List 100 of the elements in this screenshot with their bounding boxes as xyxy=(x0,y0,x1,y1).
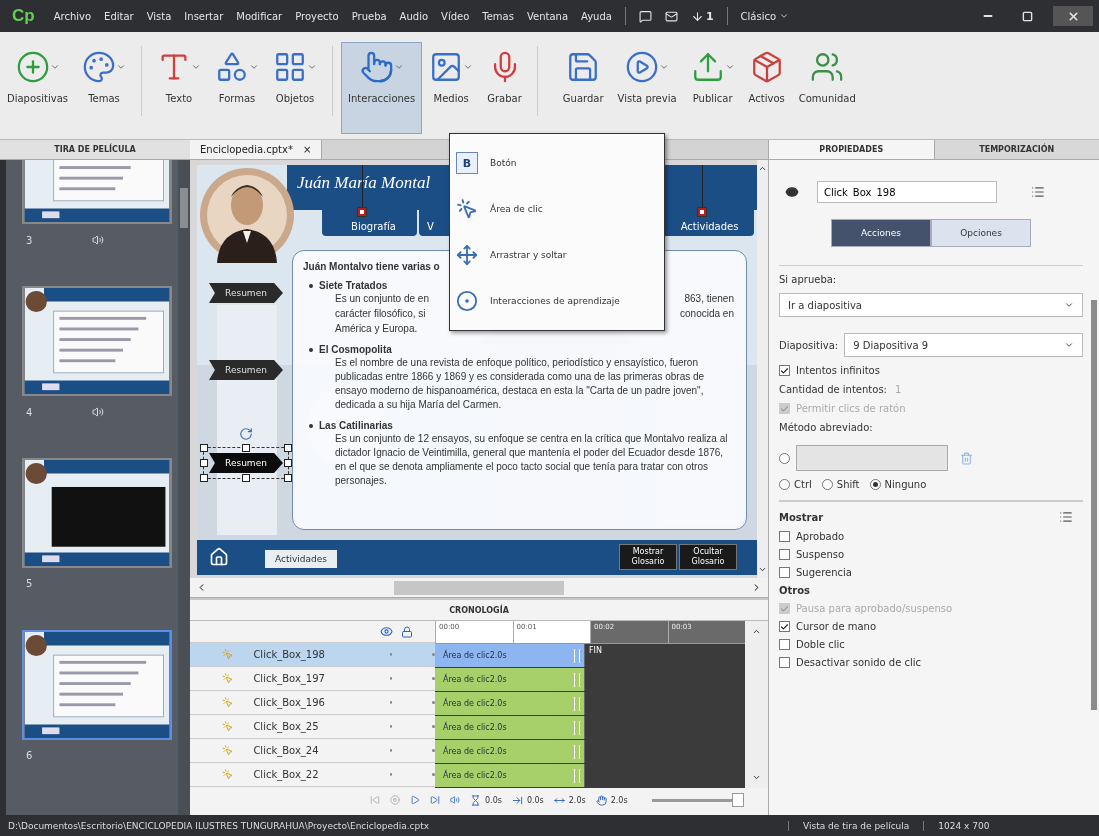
close-button[interactable] xyxy=(1053,6,1093,26)
menu-item[interactable]: Editar xyxy=(104,10,134,22)
toolbar-button[interactable]: Objetos xyxy=(266,42,324,134)
menu-item[interactable]: Ventana xyxy=(526,10,568,22)
start-icon xyxy=(511,794,523,806)
time-value: 0.0s xyxy=(485,795,502,805)
checkbox-label: Intentos infinitos xyxy=(796,365,880,376)
play-icon[interactable] xyxy=(410,795,420,805)
workspace-menu[interactable]: Clásico xyxy=(740,10,777,22)
segment-tab[interactable]: Opciones xyxy=(931,219,1031,247)
scroll-up-icon[interactable] xyxy=(758,164,767,173)
checkbox[interactable] xyxy=(779,639,790,650)
segment-tab[interactable]: Acciones xyxy=(831,219,931,247)
toolbar-button[interactable]: Diapositivas xyxy=(0,42,75,134)
menu-item[interactable]: Archivo xyxy=(53,10,92,22)
menu-icon[interactable] xyxy=(1059,510,1073,524)
timeline-bar[interactable]: Área de clic2.0s xyxy=(435,692,585,715)
toolbar-button[interactable]: Formas xyxy=(208,42,266,134)
scrollbar[interactable] xyxy=(757,160,768,578)
menu-item[interactable]: Audio xyxy=(399,10,429,22)
action-dropdown[interactable]: Ir a diapositiva xyxy=(779,293,1083,317)
toolbar-button[interactable]: Medios xyxy=(422,42,481,134)
slide-number: 3 xyxy=(26,234,33,246)
timeline-bar[interactable]: Área de clic2.0s xyxy=(435,644,585,667)
toolbar-button[interactable]: Interacciones xyxy=(341,42,423,134)
menu-item[interactable]: Insertar xyxy=(184,10,224,22)
checkbox-label: Permitir clics de ratón xyxy=(796,403,906,414)
caret-icon xyxy=(659,62,670,72)
caret-icon xyxy=(779,11,790,21)
zoom-slider[interactable] xyxy=(651,793,744,807)
toolbar-button[interactable]: Comunidad xyxy=(791,42,863,134)
menu-item[interactable]: Vista xyxy=(146,10,172,22)
caret-icon xyxy=(116,62,126,72)
checkbox[interactable] xyxy=(779,531,790,542)
radio-button[interactable] xyxy=(869,479,881,490)
menu-item[interactable]: Temas xyxy=(482,10,514,22)
slide-thumbnail[interactable] xyxy=(22,458,172,568)
checkbox[interactable] xyxy=(779,549,790,560)
scroll-down-icon[interactable] xyxy=(752,773,761,782)
speaker-icon[interactable] xyxy=(450,795,460,805)
caret-icon xyxy=(249,62,259,72)
timeline-bar[interactable]: Área de clic2.0s xyxy=(435,716,585,739)
slide-number: 4 xyxy=(26,406,33,418)
shortcut-field[interactable] xyxy=(796,445,948,471)
caret-icon xyxy=(191,62,201,72)
hourglass-icon xyxy=(470,794,481,806)
caret-icon xyxy=(393,62,404,72)
time-value: 2.0s xyxy=(568,795,586,805)
toolbar-button[interactable]: Vista previa xyxy=(610,42,684,134)
panel-title: TIRA DE PELÍCULA xyxy=(0,140,190,160)
panel-tab[interactable]: TEMPORIZACIÓN xyxy=(933,140,1099,159)
checkbox[interactable] xyxy=(779,452,790,464)
scrollbar[interactable] xyxy=(745,621,768,788)
click-icon xyxy=(222,744,234,757)
document-tab[interactable]: Enciclopedia.cptx* × xyxy=(190,140,323,159)
click-icon xyxy=(222,648,234,661)
radio-button[interactable] xyxy=(821,479,833,490)
menu-item[interactable]: Prueba xyxy=(351,10,387,22)
panel-tab[interactable]: PROPIEDADES xyxy=(768,140,934,159)
checkbox[interactable] xyxy=(779,567,790,578)
slide-thumbnail[interactable] xyxy=(22,286,172,396)
checkbox-label: Cursor de mano xyxy=(796,621,877,632)
scroll-up-icon[interactable] xyxy=(752,627,761,636)
slide-dropdown[interactable]: 9 Diapositiva 9 xyxy=(844,333,1083,357)
timeline-bar[interactable]: Área de clic2.0s xyxy=(435,740,585,763)
download-icon[interactable] xyxy=(690,9,704,23)
name-field[interactable]: Click_Box_198 xyxy=(817,181,997,203)
toolbar-button[interactable]: Temas xyxy=(75,42,133,134)
play-icon xyxy=(625,50,660,84)
menu-item[interactable]: Proyecto xyxy=(295,10,339,22)
scrollbar[interactable] xyxy=(190,578,768,598)
mail-icon[interactable] xyxy=(664,9,678,23)
toolbar-button[interactable]: Activos xyxy=(741,42,792,134)
scrollbar[interactable] xyxy=(178,160,190,815)
caret-icon xyxy=(1064,340,1074,350)
caret-icon xyxy=(307,62,317,72)
maximize-icon xyxy=(1021,10,1033,22)
toolbar-button[interactable]: Grabar xyxy=(480,42,529,134)
toolbar-button[interactable]: Guardar xyxy=(555,42,611,134)
checkbox[interactable] xyxy=(779,657,790,668)
checkbox[interactable] xyxy=(779,365,790,376)
timeline-row[interactable]: Click_Box_198 xyxy=(190,643,435,667)
radio-button[interactable] xyxy=(779,479,790,490)
close-tab-button[interactable]: × xyxy=(302,144,312,155)
timeline-bar[interactable]: Área de clic2.0s xyxy=(435,668,585,691)
checkbox[interactable] xyxy=(779,621,790,632)
scroll-down-icon[interactable] xyxy=(758,565,767,574)
skip-icon[interactable] xyxy=(430,795,440,805)
slide-thumbnail[interactable] xyxy=(22,630,172,740)
checkbox-label: Desactivar sonido de clic xyxy=(796,657,922,668)
chat-icon[interactable] xyxy=(638,9,652,23)
lock-icon[interactable] xyxy=(401,625,413,638)
timeline-bar[interactable]: Área de clic2.0s xyxy=(435,764,585,787)
menu-item[interactable]: Ayuda xyxy=(581,10,612,22)
menu-item[interactable]: Vídeo xyxy=(441,10,470,22)
menu-icon[interactable] xyxy=(1031,185,1045,199)
toolbar-button[interactable]: Publicar xyxy=(683,42,742,134)
menu-item[interactable]: Modificar xyxy=(236,10,283,22)
toolbar-button[interactable]: Texto xyxy=(150,42,208,134)
slider-thumb[interactable] xyxy=(731,793,744,807)
